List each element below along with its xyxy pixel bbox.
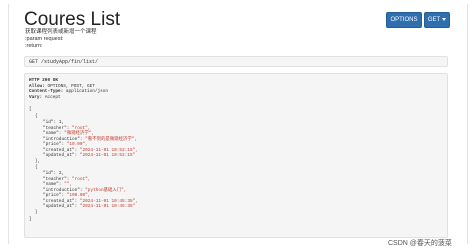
- json-field: "teacher": "root",: [43, 125, 91, 131]
- json-field: "updated_at": "2024-11-01 10:45:35": [43, 204, 136, 209]
- response-header: Content-Type: application/json: [29, 89, 108, 94]
- json-field: "teacher": "root",: [43, 176, 91, 182]
- json-field: "price": "10.00",: [43, 142, 88, 147]
- json-brace: },: [35, 159, 41, 164]
- caret-down-icon: [442, 17, 447, 21]
- options-button[interactable]: OPTIONS: [386, 12, 422, 28]
- description-line: :param request:: [25, 36, 64, 42]
- json-field: "created_at": "2024-11-01 10:45:35",: [43, 198, 138, 204]
- json-brace: }: [35, 210, 38, 215]
- response-header: Vary: Accept: [29, 95, 61, 100]
- json-field: "name": "微观经济学",: [43, 131, 94, 136]
- header-value: OPTIONS, POST, GET: [47, 83, 95, 89]
- json-field: "price": "100.00",: [43, 193, 91, 198]
- json-field: "name": "",: [43, 182, 72, 187]
- request-url: GET /studyApp/fin/list/: [24, 56, 448, 67]
- json-brace: {: [35, 114, 38, 119]
- response-status: HTTP 200 OK: [29, 78, 58, 83]
- header-value: Accept: [44, 94, 61, 100]
- json-field: "id": 1,: [43, 120, 65, 125]
- header-value: application/json: [65, 89, 109, 94]
- response-header: Allow: OPTIONS, POST, GET: [29, 84, 95, 89]
- header-name: Content-Type:: [29, 89, 64, 94]
- json-bracket: [: [29, 107, 32, 112]
- json-field: "created_at": "2024-11-01 10:52:15",: [43, 147, 138, 153]
- json-field: "id": 2,: [43, 171, 65, 176]
- get-button-label: GET: [427, 17, 441, 23]
- json-bracket: ]: [29, 217, 32, 222]
- description-line: :return:: [25, 43, 43, 49]
- header-name: Allow:: [29, 83, 45, 89]
- page-title: Coures List: [24, 9, 121, 30]
- json-brace: {: [35, 165, 38, 170]
- response-panel: HTTP 200 OK Allow: OPTIONS, POST, GET Co…: [24, 73, 448, 238]
- get-button[interactable]: GET: [424, 12, 450, 28]
- json-field: "introduction": "python基础入门",: [43, 187, 127, 193]
- header-name: Vary:: [29, 94, 43, 100]
- watermark: CSDN @春天的菠菜: [388, 240, 452, 247]
- json-field: "updated_at": "2024-11-01 10:52:15": [43, 153, 136, 158]
- json-field: "introduction": "看不到的是微观经济学",: [43, 136, 137, 142]
- description-line: 获取课程列表或新增一个课程: [25, 29, 97, 35]
